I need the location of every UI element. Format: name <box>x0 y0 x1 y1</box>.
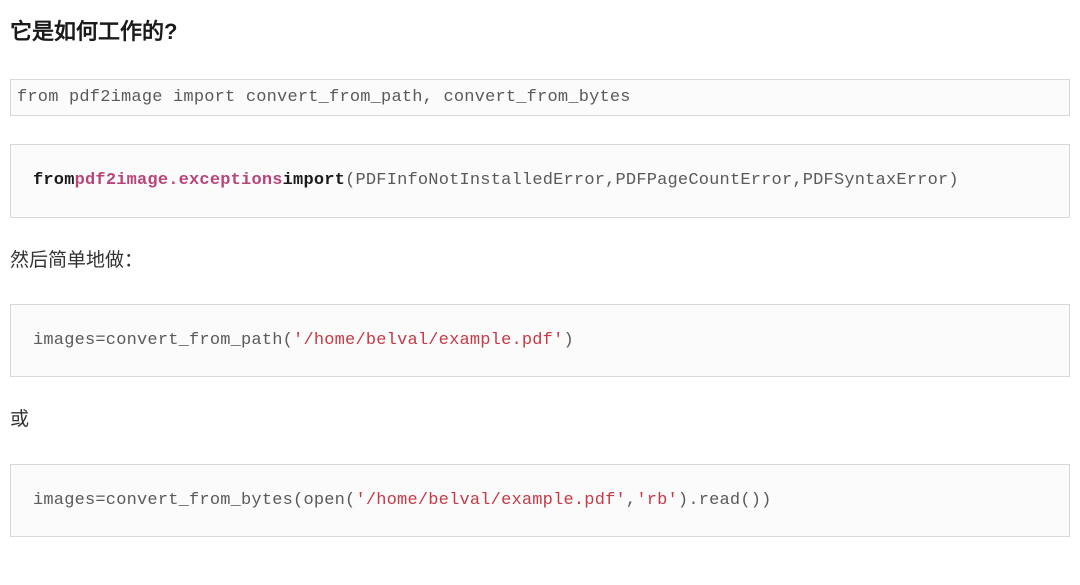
paragraph-2: 或 <box>10 405 1070 435</box>
keyword-import: import <box>283 171 345 190</box>
keyword-from: from <box>33 171 75 190</box>
code-line: from pdf2image import convert_from_path,… <box>17 88 631 107</box>
open-paren: ( <box>345 171 355 190</box>
paragraph-1: 然后简单地做： <box>10 246 1070 276</box>
code-prefix: images=convert_from_path( <box>33 331 293 350</box>
close-paren: ) <box>948 171 958 190</box>
code-block-1: from pdf2image import convert_from_path,… <box>10 79 1070 116</box>
code-suffix: ).read()) <box>678 491 772 510</box>
module-path: pdf2image.exceptions <box>75 171 283 190</box>
code-prefix: images=convert_from_bytes(open( <box>33 491 355 510</box>
section-heading: 它是如何工作的? <box>10 14 1070 49</box>
comma: , <box>626 491 636 510</box>
string-literal-2: 'rb' <box>636 491 678 510</box>
string-literal-1: '/home/belval/example.pdf' <box>355 491 625 510</box>
string-literal: '/home/belval/example.pdf' <box>293 331 563 350</box>
imported-names: PDFInfoNotInstalledError,PDFPageCountErr… <box>355 171 948 190</box>
code-block-2: frompdf2image.exceptionsimport(PDFInfoNo… <box>10 144 1070 217</box>
code-suffix: ) <box>564 331 574 350</box>
code-block-4: images=convert_from_bytes(open('/home/be… <box>10 464 1070 537</box>
code-block-3: images=convert_from_path('/home/belval/e… <box>10 304 1070 377</box>
